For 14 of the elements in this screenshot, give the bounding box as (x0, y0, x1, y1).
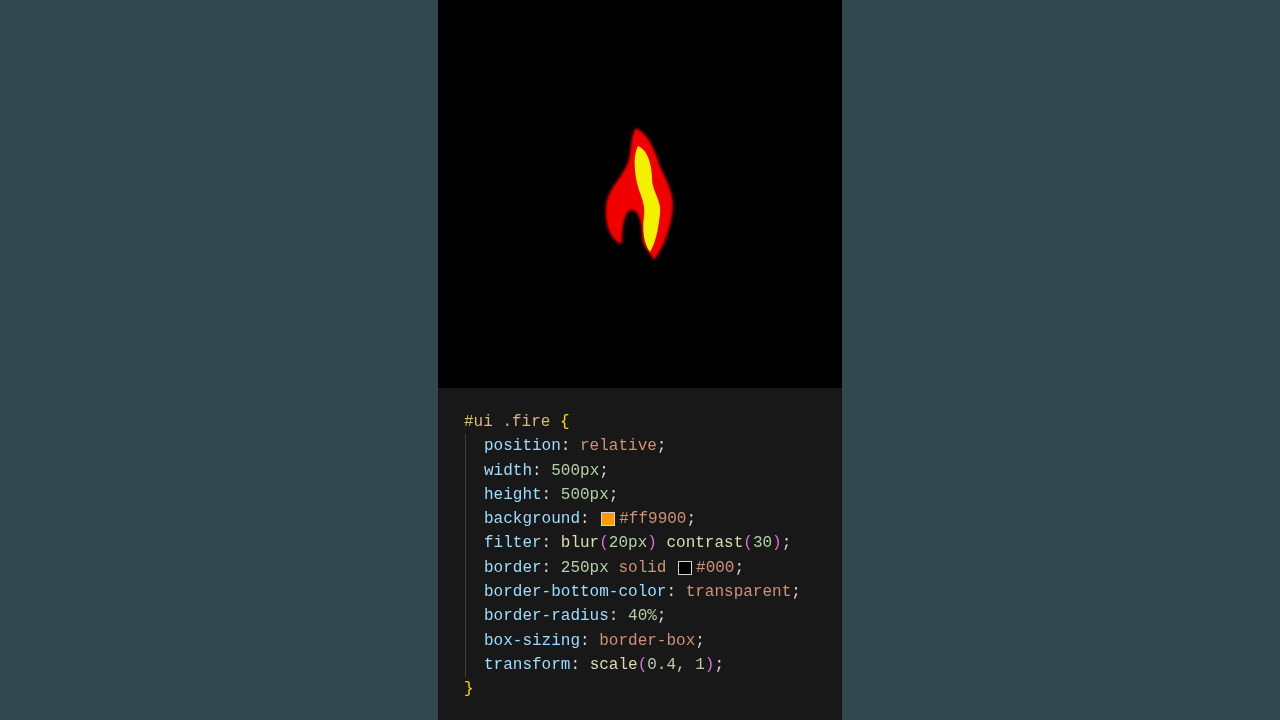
code-text: #000; (696, 557, 745, 579)
code-text: transform: scale(0.4, 1); (484, 654, 725, 676)
code-text: border: 250px solid (484, 557, 668, 579)
code-text: #ff9900; (619, 509, 697, 531)
code-text: position: relative; (484, 436, 667, 458)
code-text: box-sizing: border-box; (484, 630, 705, 652)
code-text: } (464, 679, 474, 701)
code-text: #ui .fire { (464, 412, 570, 433)
code-text: border-bottom-color: transparent; (484, 582, 801, 604)
code-text: height: 500px; (484, 484, 619, 506)
code-text: width: 500px; (484, 460, 609, 482)
code-text: border-radius: 40%; (484, 606, 667, 628)
code-text: background: (484, 509, 591, 531)
code-text: filter: blur(20px) contrast(30); (484, 533, 792, 555)
